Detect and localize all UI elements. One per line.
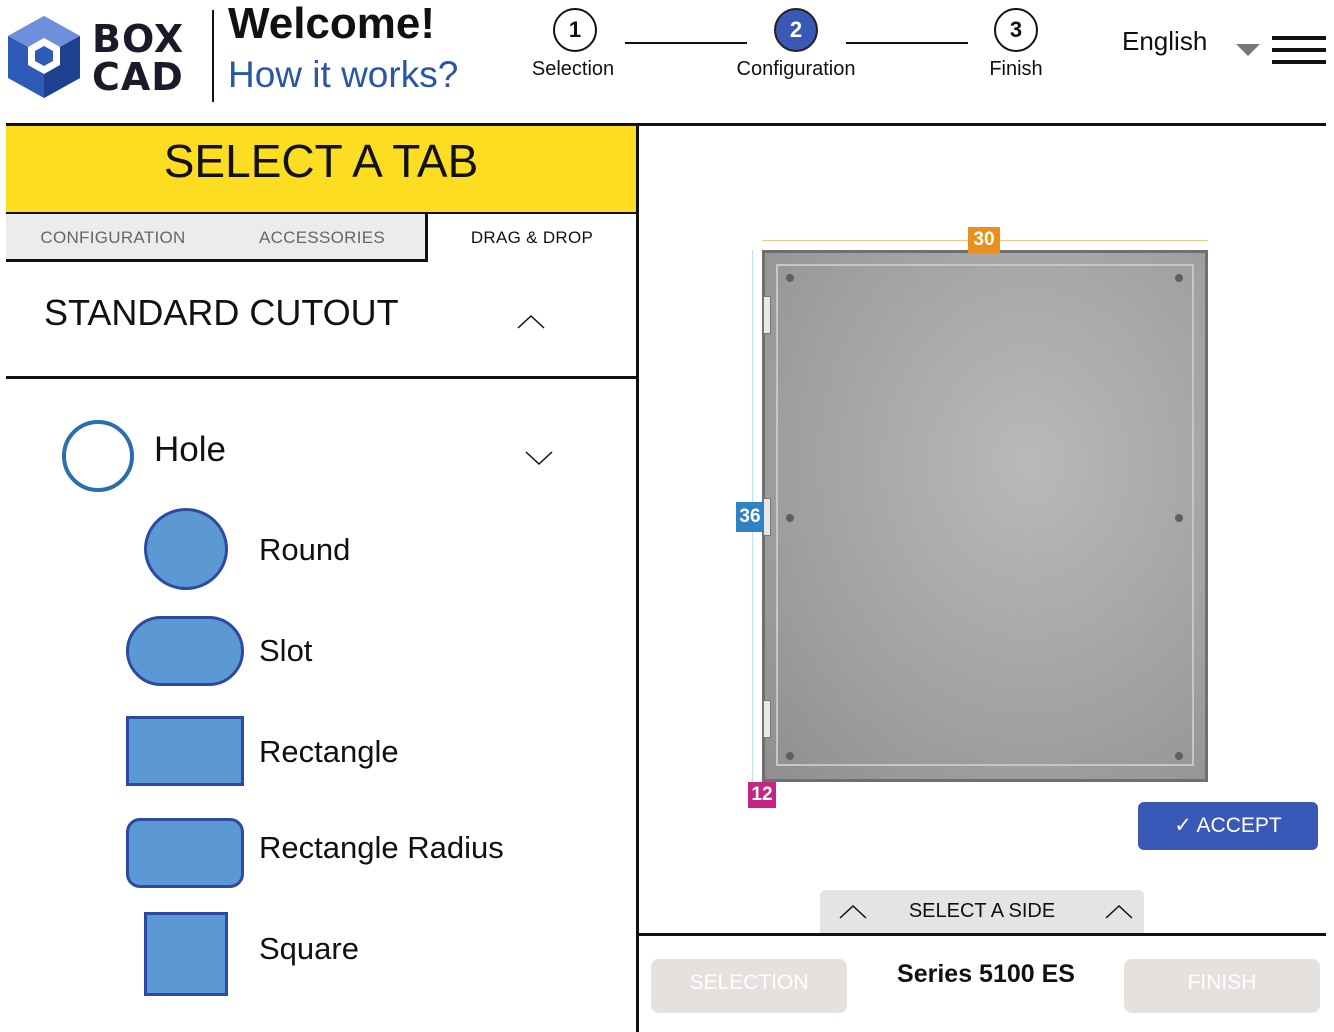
screw-icon — [1175, 752, 1183, 760]
panel-divider — [636, 126, 639, 1032]
step-2-label: Configuration — [736, 58, 856, 80]
shape-label-slot[interactable]: Slot — [259, 633, 312, 669]
screw-icon — [1175, 274, 1183, 282]
chevron-up-icon[interactable] — [1104, 902, 1134, 922]
step-1-label: Selection — [531, 58, 615, 80]
left-panel: SELECT A TAB CONFIGURATION ACCESSORIES D… — [6, 126, 636, 1032]
tab-configuration[interactable]: CONFIGURATION — [6, 214, 220, 262]
select-side-label: SELECT A SIDE — [908, 900, 1056, 922]
caret-down-icon[interactable] — [1236, 44, 1260, 56]
selection-button[interactable]: SELECTION — [651, 959, 847, 1013]
step-3-circle[interactable]: 3 — [994, 8, 1038, 52]
hole-circle-icon — [62, 420, 134, 492]
shape-label-rectangle[interactable]: Rectangle — [259, 734, 399, 770]
series-label: Series 5100 ES — [897, 960, 1075, 988]
finish-button[interactable]: FINISH — [1124, 959, 1320, 1013]
screw-icon — [786, 514, 794, 522]
group-title-hole[interactable]: Hole — [154, 430, 226, 470]
dimension-height-badge: 36 — [736, 502, 764, 532]
side-selector[interactable]: SELECT A SIDE — [820, 890, 1144, 934]
step-3-label: Finish — [989, 58, 1043, 80]
section-title-standard-cutout[interactable]: STANDARD CUTOUT — [44, 292, 399, 334]
hinge-icon — [763, 700, 771, 738]
shape-label-rectangle-radius[interactable]: Rectangle Radius — [259, 830, 504, 866]
dimension-width-badge: 30 — [968, 227, 1000, 253]
tab-drag-drop[interactable]: DRAG & DROP — [428, 214, 636, 262]
language-select[interactable]: English — [1122, 26, 1207, 57]
select-tab-header: SELECT A TAB — [6, 126, 636, 214]
shape-label-square[interactable]: Square — [259, 931, 359, 967]
screw-icon — [786, 752, 794, 760]
step-2-circle[interactable]: 2 — [774, 8, 818, 52]
screw-icon — [786, 274, 794, 282]
round-shape-icon[interactable] — [144, 508, 228, 590]
progress-stepper: 1 Selection 2 Configuration 3 Finish — [0, 0, 1100, 100]
slot-shape-icon[interactable] — [126, 616, 244, 686]
screw-icon — [1175, 514, 1183, 522]
accept-button[interactable]: ✓ ACCEPT — [1138, 802, 1318, 850]
rectangle-shape-icon[interactable] — [126, 716, 244, 786]
tab-accessories[interactable]: ACCESSORIES — [216, 214, 428, 262]
step-1-circle[interactable]: 1 — [553, 8, 597, 52]
footer-divider — [639, 933, 1326, 936]
hinge-icon — [763, 296, 771, 334]
chevron-up-icon[interactable] — [516, 312, 546, 332]
step-connector — [625, 42, 747, 44]
hamburger-menu-icon[interactable] — [1272, 36, 1326, 66]
hinge-icon — [763, 498, 771, 536]
shape-label-round[interactable]: Round — [259, 532, 350, 568]
rectangle-radius-shape-icon[interactable] — [126, 818, 244, 888]
enclosure-inner-frame — [776, 264, 1194, 766]
square-shape-icon[interactable] — [144, 912, 228, 996]
section-divider — [6, 376, 636, 379]
dimension-depth-badge: 12 — [748, 782, 776, 808]
step-connector — [846, 42, 968, 44]
chevron-down-icon[interactable] — [524, 448, 554, 468]
